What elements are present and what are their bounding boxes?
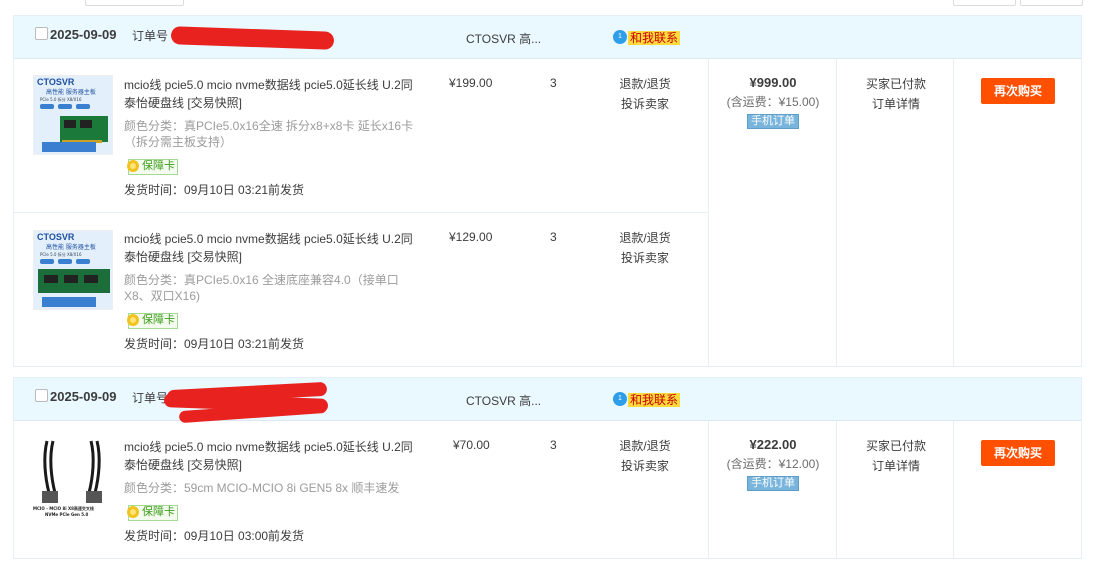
page-button-a[interactable] <box>953 0 1016 6</box>
unit-price: ¥129.00 <box>449 230 493 244</box>
guarantee-badge[interactable]: 保障卡 <box>127 505 178 521</box>
thumb-line2: PCIe 5.0 拆分 X8/X16 <box>40 96 82 102</box>
shipping-fee: (含运费：¥12.00) <box>726 457 820 471</box>
thumb-caption1: MCIO - MCIO 8i X8高速交叉线 <box>33 505 94 511</box>
product-title-link[interactable]: mcio线 pcie5.0 mcio nvme数据线 pcie5.0延长线 U.… <box>124 76 414 112</box>
order-header: 2025-09-09 订单号 CTOSVR 高... 1 和我联系 <box>14 16 1081 59</box>
mobile-order-tag: 手机订单 <box>747 476 799 491</box>
order-date: 2025-09-09 <box>50 389 117 404</box>
divider <box>14 212 709 213</box>
rebuy-button[interactable]: 再次购买 <box>981 78 1055 104</box>
medal-icon <box>127 506 139 518</box>
order-status: 买家已付款 订单详情 <box>837 436 955 476</box>
product-spec: 颜色分类：真PCIe5.0x16 全速底座兼容4.0（接单口X8、双口X16) <box>124 273 399 303</box>
item-service: 退款/退货 投诉卖家 <box>610 436 680 476</box>
quantity: 3 <box>550 76 557 90</box>
complain-link[interactable]: 投诉卖家 <box>610 94 680 114</box>
shipping-fee: (含运费：¥15.00) <box>726 95 820 109</box>
order-number-label: 订单号 <box>132 29 169 43</box>
thumb-line1: 高性能 服务器主板 <box>46 243 96 251</box>
mobile-order-tag: 手机订单 <box>747 114 799 129</box>
product-spec: 颜色分类：真PCIe5.0x16全速 拆分x8+x8卡 延长x16卡（拆分需主板… <box>124 119 414 149</box>
guarantee-label: 保障卡 <box>142 506 175 518</box>
order-card: 2025-09-09 订单号 CTOSVR 高... 1 和我联系 MCIO -… <box>13 377 1082 559</box>
prev-page-button[interactable] <box>85 0 184 6</box>
order-status: 买家已付款 订单详情 <box>837 74 955 114</box>
ship-time: 发货时间：09月10日 03:00前发货 <box>124 529 305 543</box>
product-title-link[interactable]: mcio线 pcie5.0 mcio nvme数据线 pcie5.0延长线 U.… <box>124 438 414 474</box>
ship-time: 发货时间：09月10日 03:21前发货 <box>124 337 305 351</box>
shop-name-link[interactable]: CTOSVR 高... <box>466 392 541 409</box>
order-detail-link[interactable]: 订单详情 <box>837 94 955 114</box>
quantity: 3 <box>550 230 557 244</box>
redaction-mark <box>170 26 335 50</box>
status-text: 买家已付款 <box>865 439 926 453</box>
refund-link[interactable]: 退款/退货 <box>610 74 680 94</box>
total-amount: ¥222.00 <box>749 437 797 452</box>
order-select-checkbox[interactable] <box>35 27 48 40</box>
medal-icon <box>127 314 139 326</box>
thumb-brand: CTOSVR <box>37 232 75 242</box>
page-button-b[interactable] <box>1020 0 1083 6</box>
rebuy-button[interactable]: 再次购买 <box>981 440 1055 466</box>
guarantee-badge[interactable]: 保障卡 <box>127 313 178 329</box>
complain-link[interactable]: 投诉卖家 <box>610 248 680 268</box>
guarantee-label: 保障卡 <box>142 314 175 326</box>
product-thumbnail[interactable]: CTOSVR 高性能 服务器主板 PCIe 5.0 拆分 X8/X16 <box>33 75 113 155</box>
item-service: 退款/退货 投诉卖家 <box>610 74 680 114</box>
order-select-checkbox[interactable] <box>35 389 48 402</box>
guarantee-label: 保障卡 <box>142 160 175 172</box>
product-image: CTOSVR 高性能 服务器主板 PCIe 5.0 拆分 X8/X16 <box>34 76 112 154</box>
order-total: ¥222.00 (含运费：¥12.00) 手机订单 <box>709 437 837 491</box>
guarantee-badge[interactable]: 保障卡 <box>127 159 178 175</box>
quantity: 3 <box>550 438 557 452</box>
product-thumbnail[interactable]: CTOSVR 高性能 服务器主板 PCIe 5.0 拆分 X8/X16 <box>33 230 113 310</box>
item-service: 退款/退货 投诉卖家 <box>610 228 680 268</box>
order-header: 2025-09-09 订单号 CTOSVR 高... 1 和我联系 <box>14 378 1081 424</box>
refund-link[interactable]: 退款/退货 <box>610 228 680 248</box>
product-title-link[interactable]: mcio线 pcie5.0 mcio nvme数据线 pcie5.0延长线 U.… <box>124 230 414 266</box>
thumb-caption2: NVMe PCIe Gen 5.0 <box>45 512 89 517</box>
thumb-line2: PCIe 5.0 拆分 X8/X16 <box>40 251 82 257</box>
wangwang-chat-icon[interactable]: 1 <box>613 392 627 406</box>
shop-name-link[interactable]: CTOSVR 高... <box>466 30 541 47</box>
medal-icon <box>127 160 139 172</box>
refund-link[interactable]: 退款/退货 <box>610 436 680 456</box>
ship-time: 发货时间：09月10日 03:21前发货 <box>124 183 305 197</box>
thumb-line1: 高性能 服务器主板 <box>46 88 96 96</box>
contact-seller-link[interactable]: 和我联系 <box>628 393 681 407</box>
product-spec: 颜色分类：59cm MCIO-MCIO 8i GEN5 8x 顺丰速发 <box>124 481 400 495</box>
wangwang-chat-icon[interactable]: 1 <box>613 30 627 44</box>
contact-seller-link[interactable]: 和我联系 <box>628 31 681 45</box>
order-detail-link[interactable]: 订单详情 <box>837 456 955 476</box>
product-image: MCIO - MCIO 8i X8高速交叉线 NVMe PCIe Gen 5.0 <box>33 440 102 517</box>
unit-price: ¥199.00 <box>449 76 493 90</box>
status-text: 买家已付款 <box>865 77 926 91</box>
complain-link[interactable]: 投诉卖家 <box>610 456 680 476</box>
order-date: 2025-09-09 <box>50 27 117 42</box>
product-thumbnail[interactable]: MCIO - MCIO 8i X8高速交叉线 NVMe PCIe Gen 5.0 <box>33 437 113 517</box>
order-card: 2025-09-09 订单号 CTOSVR 高... 1 和我联系 CTOSVR… <box>13 15 1082 367</box>
thumb-brand: CTOSVR <box>37 77 75 87</box>
unit-price: ¥70.00 <box>453 438 490 452</box>
total-amount: ¥999.00 <box>749 75 797 90</box>
order-total: ¥999.00 (含运费：¥15.00) 手机订单 <box>709 75 837 129</box>
product-image: CTOSVR 高性能 服务器主板 PCIe 5.0 拆分 X8/X16 <box>34 231 112 309</box>
order-number-label: 订单号 <box>132 391 169 405</box>
